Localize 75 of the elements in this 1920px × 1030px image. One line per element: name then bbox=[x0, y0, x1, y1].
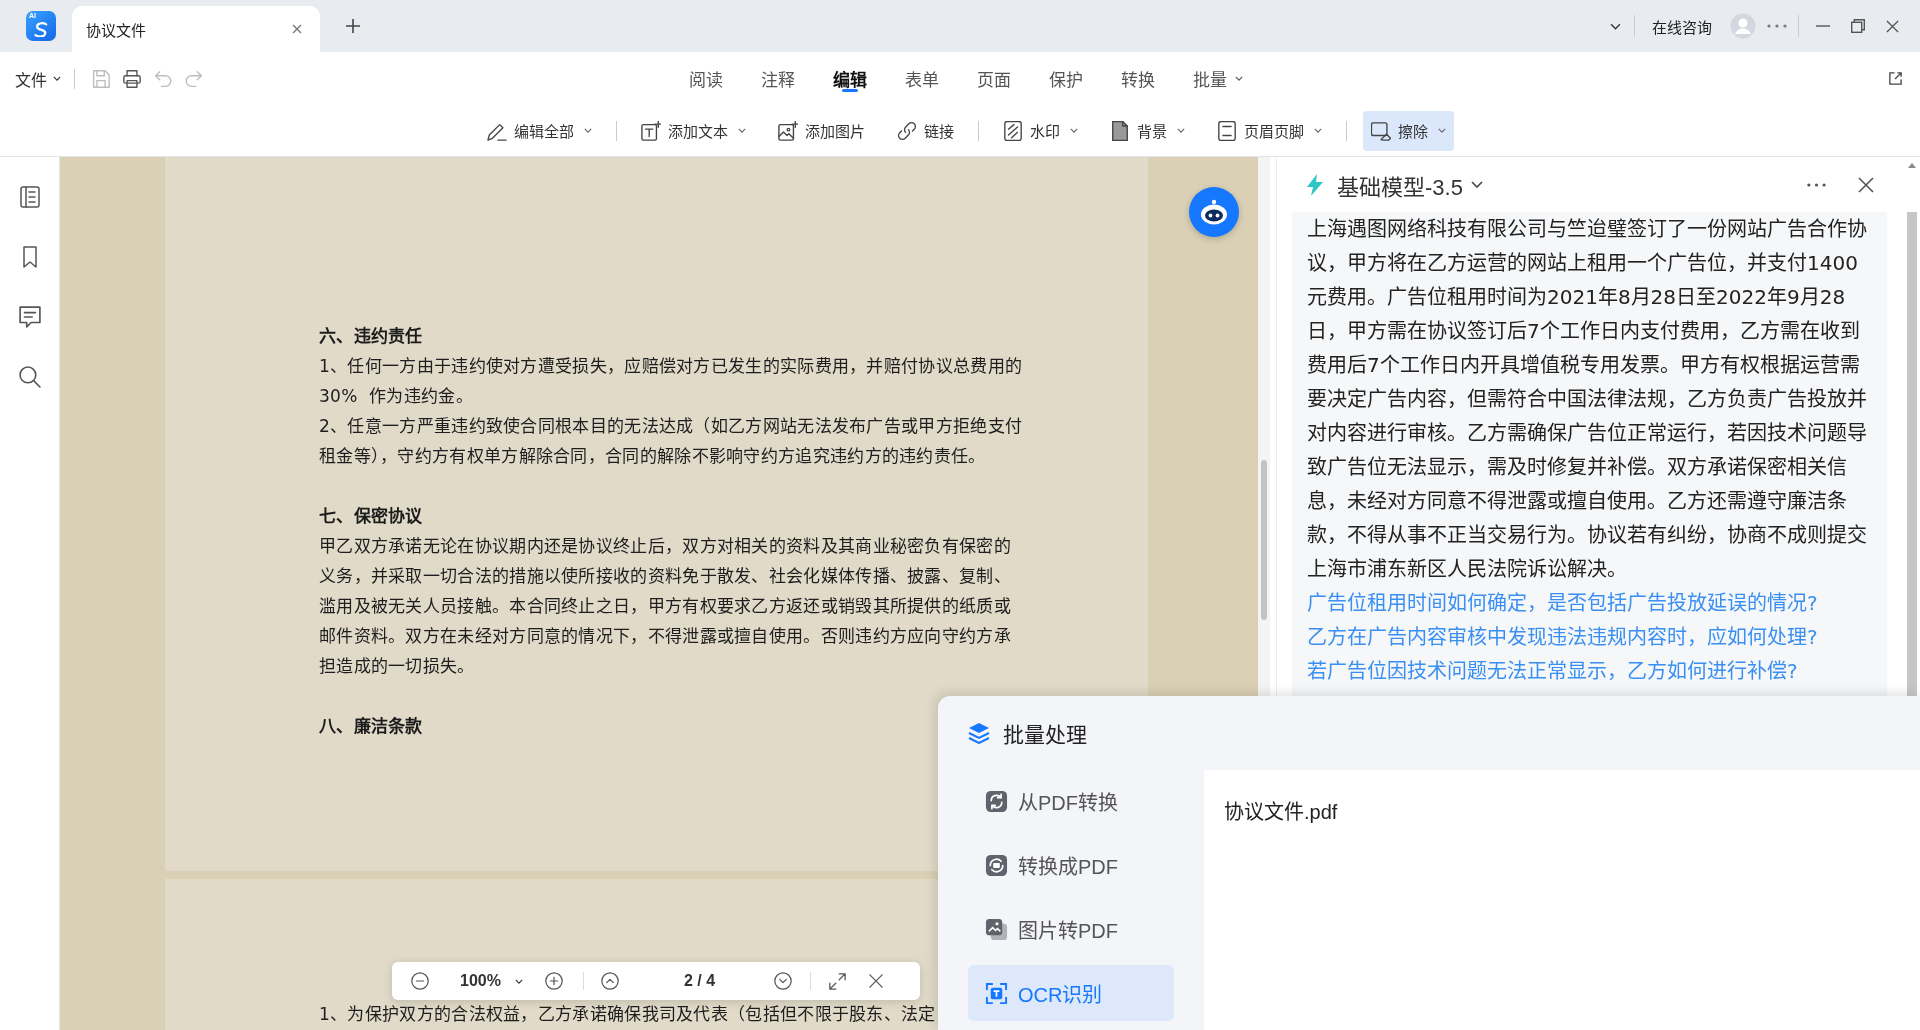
page-lines-icon bbox=[1217, 120, 1237, 141]
menu-tab[interactable]: 页面 bbox=[958, 52, 1030, 105]
lightning-icon bbox=[1307, 173, 1323, 196]
batch-menu-item[interactable]: 转换成PDF bbox=[968, 837, 1174, 893]
next-page-icon[interactable] bbox=[774, 972, 793, 990]
clause-text: 2、任意一方严重违约致使合同根本目的无法达成（如乙方网站无法发布广告或甲方拒绝支付租金等），守约方有权单方解除合同，合同的解除不影响守约方追究违约方的违约责任。 bbox=[319, 415, 1024, 468]
new-tab-icon[interactable] bbox=[345, 18, 361, 34]
stacked-images-icon bbox=[985, 917, 1008, 941]
section-heading: 六、违约责任 bbox=[319, 325, 423, 348]
fullscreen-icon[interactable] bbox=[829, 972, 847, 990]
text-box-plus-icon bbox=[641, 120, 661, 141]
header-footer-button[interactable]: 页眉页脚 bbox=[1209, 110, 1330, 151]
eraser-icon bbox=[1371, 120, 1391, 141]
search-icon[interactable] bbox=[18, 366, 41, 388]
chevron-down-icon bbox=[1470, 181, 1483, 188]
printer-icon[interactable] bbox=[123, 69, 141, 88]
zoom-in-icon[interactable] bbox=[544, 972, 563, 990]
menu-tab[interactable]: 编辑 bbox=[814, 52, 886, 105]
close-icon[interactable] bbox=[1886, 19, 1899, 33]
more-icon[interactable] bbox=[1807, 182, 1826, 187]
previous-page-icon[interactable] bbox=[600, 972, 619, 990]
close-icon[interactable] bbox=[1858, 176, 1874, 193]
model-selector[interactable]: 基础模型-3.5 bbox=[1307, 168, 1483, 201]
swirl-icon bbox=[33, 21, 49, 37]
section-heading: 七、保密协议 bbox=[319, 505, 423, 528]
chevron-down-icon bbox=[514, 978, 523, 984]
batch-panel-title: 批量处理 bbox=[1003, 722, 1087, 748]
shaded-page-icon bbox=[1110, 120, 1130, 141]
close-icon[interactable] bbox=[869, 974, 884, 988]
link-button[interactable]: 链接 bbox=[889, 110, 962, 151]
more-icon[interactable] bbox=[1767, 24, 1787, 28]
scrollbar-thumb[interactable] bbox=[1906, 212, 1917, 697]
restore-icon[interactable] bbox=[1851, 19, 1865, 33]
sync-tile-icon bbox=[985, 853, 1008, 877]
striped-page-icon bbox=[1003, 120, 1023, 141]
add-text-button[interactable]: 添加文本 bbox=[633, 110, 754, 151]
zoom-out-icon[interactable] bbox=[411, 972, 429, 990]
menu-tab[interactable]: 转换 bbox=[1102, 52, 1174, 105]
file-menu[interactable]: 文件 bbox=[15, 66, 61, 91]
chevron-down-icon bbox=[53, 76, 61, 81]
scroll-up-arrow-icon[interactable] bbox=[1907, 163, 1916, 168]
section-heading: 八、廉洁条款 bbox=[319, 715, 423, 738]
menu-tab[interactable]: 注释 bbox=[742, 52, 814, 105]
zoom-level-select[interactable]: 100% bbox=[460, 972, 523, 990]
file-name[interactable]: 协议文件.pdf bbox=[1224, 800, 1338, 824]
online-consult-link[interactable]: 在线咨询 bbox=[1652, 15, 1712, 37]
watermark-button[interactable]: 水印 bbox=[995, 110, 1086, 151]
document-tab[interactable]: 协议文件 bbox=[72, 6, 320, 52]
refresh-tile-icon bbox=[985, 789, 1008, 813]
clause-text: 1、为保护双方的合法权益，乙方承诺确保我司及代表（包括但不限于股东、法定 bbox=[319, 1003, 936, 1026]
link-icon bbox=[897, 120, 917, 141]
clause-text: 1、任何一方由于违约使对方遭受损失，应赔偿对方已发生的实际费用，并赔付协议总费用的30% 作为违约金。 bbox=[319, 355, 1024, 408]
scrollbar-thumb[interactable] bbox=[1261, 460, 1267, 620]
answer-text: 上海遇图网络科技有限公司与竺迨璧签订了一份网站广告合作协议，甲方将在乙方运营的网站上租用一个广告位，并支付1400元费用。广告位租用时间为2021年8月28日至2022年9月28日，甲方需在协议签订后7个工作日内支付费用，乙方需在收到费用后7个工作日内开具增值税专用发票。甲方有权根据运营需要决定广告内容，但需符合中国法律法规，乙方负责广告投放并对内容进行审核。乙方需确保广告位正常运行，若因技术问题导致广告位无法显示，需及时修复并补偿。双方承诺保密相关信息，未经对方同意不得泄露或擅自使用。乙方还需遵守廉洁条款，不得从事不正当交易行为。协议若有纠纷，协商不成则提交上海市浦东新区人民法院诉讼解决。 bbox=[1307, 216, 1868, 583]
page-indicator[interactable]: 2 / 4 bbox=[683, 972, 716, 990]
background-button[interactable]: 背景 bbox=[1102, 110, 1193, 151]
menu-tab[interactable]: 保护 bbox=[1030, 52, 1102, 105]
batch-menu-item[interactable]: 从PDF转换 bbox=[968, 773, 1174, 829]
comment-icon[interactable] bbox=[18, 306, 41, 328]
add-image-button[interactable]: 添加图片 bbox=[770, 110, 873, 151]
close-tab-icon[interactable] bbox=[292, 24, 302, 34]
chevron-down-icon[interactable] bbox=[1610, 22, 1621, 30]
menu-tab[interactable]: 阅读 bbox=[670, 52, 742, 105]
image-plus-icon bbox=[778, 120, 798, 141]
external-window-icon[interactable] bbox=[1888, 71, 1903, 86]
layers-icon bbox=[968, 722, 990, 744]
scan-text-icon bbox=[985, 981, 1008, 1005]
menu-tab[interactable]: 批量 bbox=[1174, 52, 1262, 105]
erase-button[interactable]: 擦除 bbox=[1363, 110, 1454, 151]
robot-icon bbox=[1199, 199, 1229, 225]
batch-menu-item[interactable]: 图片转PDF bbox=[968, 901, 1174, 957]
clause-text: 甲乙双方承诺无论在协议期内还是协议终止后，双方对相关的资料及其商业秘密负有保密的义务，并采取一切合法的措施以使所接收的资料免于散发、社会化媒体传播、披露、复制、滥用及被无关人员接触。本合同终止之日，甲方有权要求乙方返还或销毁其所提供的纸质或邮件资料。双方在未经对方同意的情况下，不得泄露或擅自使用。否则违约方应向守约方承担造成的一切损失。 bbox=[319, 535, 1012, 678]
outline-icon[interactable] bbox=[18, 186, 41, 208]
menu-tab[interactable]: 表单 bbox=[886, 52, 958, 105]
edit-all-button[interactable]: 编辑全部 bbox=[479, 110, 600, 151]
